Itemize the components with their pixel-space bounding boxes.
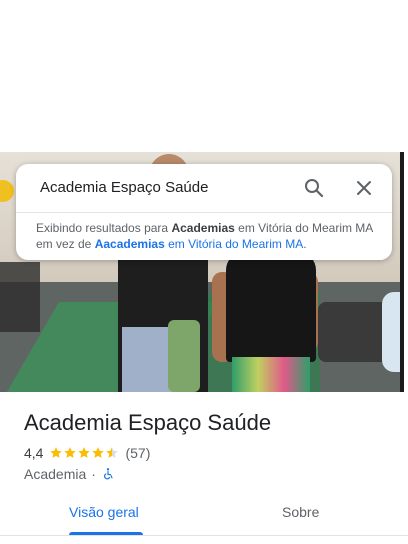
tab-overview[interactable]: Visão geral <box>69 504 139 524</box>
star-icon <box>92 447 105 458</box>
search-icon[interactable] <box>302 176 326 200</box>
rating-value: 4,4 <box>24 445 44 461</box>
review-count[interactable]: (57) <box>125 445 150 461</box>
photo-towel <box>168 320 200 392</box>
search-box: Academia Espaço Saúde Exibindo resultado… <box>16 164 392 260</box>
close-icon[interactable] <box>352 176 376 200</box>
half-star-icon <box>106 447 119 458</box>
tabs-divider <box>0 535 408 536</box>
photo-person-2 <box>226 252 316 362</box>
tab-about[interactable]: Sobre <box>282 504 319 524</box>
photo-edge <box>400 152 404 392</box>
star-icon <box>64 447 77 458</box>
notice-shown-term: Academias <box>171 221 235 235</box>
search-divider <box>16 212 392 213</box>
original-term-link[interactable]: Aacademias <box>95 237 165 251</box>
photo-person-2-shorts <box>232 357 310 392</box>
search-input[interactable]: Academia Espaço Saúde <box>40 178 290 198</box>
photo-rack <box>0 262 40 332</box>
place-title: Academia Espaço Saúde <box>24 410 272 435</box>
star-icon <box>78 447 91 458</box>
notice-suffix: . <box>303 237 307 251</box>
separator-dot: · <box>91 466 96 482</box>
star-icon <box>50 447 63 458</box>
original-location-link[interactable]: em Vitória do Mearim MA <box>168 237 303 251</box>
rating-row[interactable]: 4,4 (57) <box>24 444 150 462</box>
category-label[interactable]: Academia <box>24 466 86 482</box>
star-rating <box>49 446 119 460</box>
wheelchair-icon <box>103 468 113 480</box>
category-row: Academia · <box>24 465 115 483</box>
maps-place-view: Academia Espaço Saúde Exibindo resultado… <box>0 0 408 544</box>
spelling-notice: Exibindo resultados para Academias em Vi… <box>36 220 386 252</box>
notice-prefix: Exibindo resultados para <box>36 221 169 235</box>
